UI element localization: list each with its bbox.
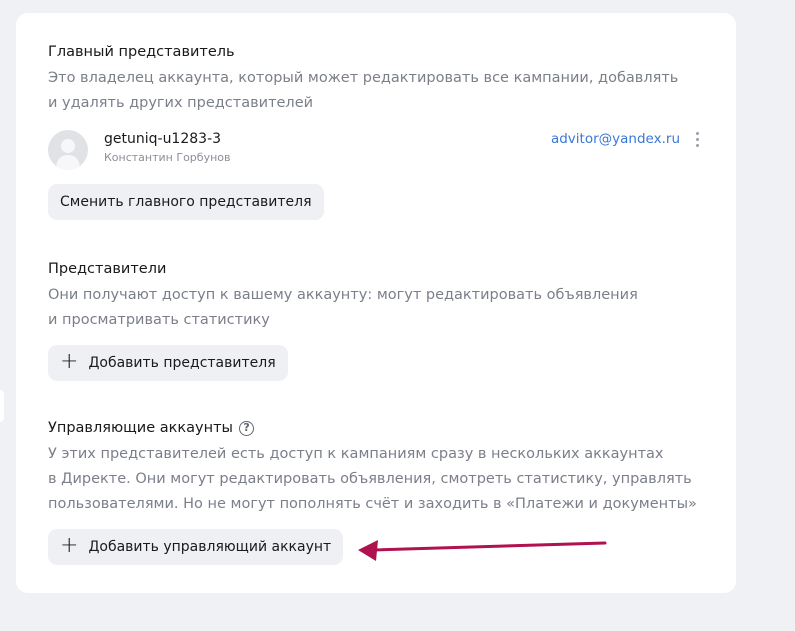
add-rep-button[interactable]: + Добавить представителя <box>48 345 288 381</box>
reps-desc-line: Они получают доступ к вашему аккаунту: м… <box>48 287 638 303</box>
reps-title: Представители <box>48 261 167 277</box>
owner-login: getuniq-u1283-3 <box>104 131 222 147</box>
change-main-rep-button[interactable]: Сменить главного представителя <box>48 184 324 220</box>
managing-title-text: Управляющие аккаунты <box>48 420 234 436</box>
managing-section: Управляющие аккаунты ? У этих представит… <box>48 418 697 517</box>
managing-description: У этих представителей есть доступ к камп… <box>48 442 697 517</box>
add-rep-label: Добавить представителя <box>88 355 276 371</box>
change-main-rep-label: Сменить главного представителя <box>60 194 312 210</box>
main-rep-title: Главный представитель <box>48 44 235 60</box>
managing-desc-line: У этих представителей есть доступ к камп… <box>48 446 664 462</box>
more-vertical-icon[interactable] <box>690 129 704 149</box>
plus-icon: + <box>60 533 79 558</box>
main-rep-section: Главный представитель Это владелец аккау… <box>48 42 678 116</box>
add-managing-account-button[interactable]: + Добавить управляющий аккаунт <box>48 529 344 565</box>
main-rep-desc-line: Это владелец аккаунта, который может ред… <box>48 70 679 86</box>
reps-description: Они получают доступ к вашему аккаунту: м… <box>48 283 638 333</box>
plus-icon: + <box>60 349 79 374</box>
reps-section: Представители Они получают доступ к ваше… <box>48 259 638 333</box>
main-rep-description: Это владелец аккаунта, который может ред… <box>48 66 678 116</box>
managing-desc-line: пользователями. Но не могут пополнять сч… <box>48 496 697 512</box>
owner-row: getuniq-u1283-3 Константин Горбунов advi… <box>48 130 708 170</box>
reps-desc-line: и просматривать статистику <box>48 312 270 328</box>
main-rep-desc-line: и удалять других представителей <box>48 95 314 111</box>
managing-desc-line: в Директе. Они могут редактировать объяв… <box>48 471 692 487</box>
managing-title: Управляющие аккаунты ? <box>48 418 697 438</box>
representatives-card: Главный представитель Это владелец аккау… <box>16 13 736 593</box>
side-panel-edge <box>0 390 4 422</box>
question-circle-icon[interactable]: ? <box>239 420 255 436</box>
user-silhouette-icon <box>56 139 80 170</box>
add-managing-account-label: Добавить управляющий аккаунт <box>88 539 332 555</box>
owner-name: Константин Горбунов <box>104 151 231 164</box>
avatar <box>48 130 88 170</box>
owner-email-link[interactable]: advitor@yandex.ru <box>551 131 680 147</box>
